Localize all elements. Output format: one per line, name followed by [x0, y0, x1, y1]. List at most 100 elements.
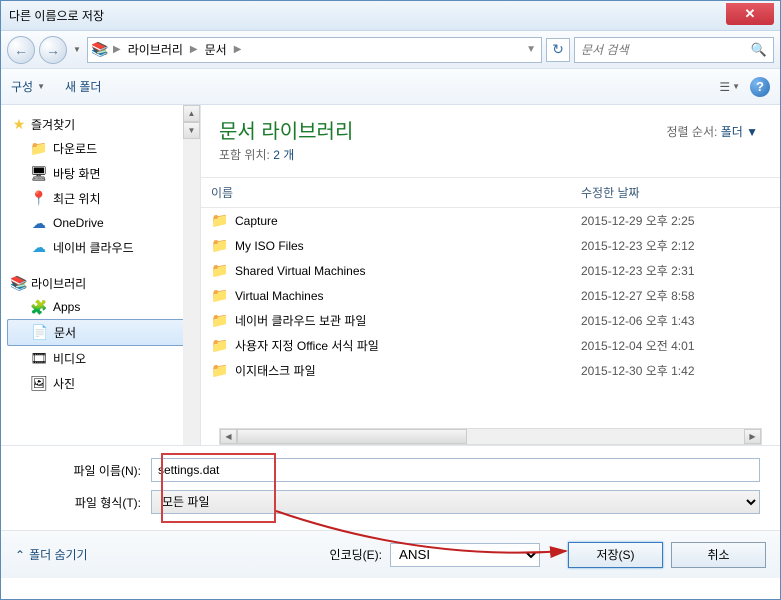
chevron-right-icon: ▶	[187, 44, 201, 55]
sidebar-item-onedrive[interactable]: ☁OneDrive	[7, 211, 200, 235]
encoding-select[interactable]: ANSI	[390, 543, 540, 567]
folder-icon: 📁	[211, 212, 229, 229]
chevron-down-icon: ▼	[37, 82, 45, 91]
search-icon: 🔍	[751, 42, 767, 58]
chevron-right-icon: ▶	[231, 44, 245, 55]
library-count[interactable]: 2 개	[273, 148, 294, 162]
sidebar-item-documents[interactable]: 📄문서	[7, 319, 200, 346]
sidebar-item-recent[interactable]: 📍최근 위치	[7, 186, 200, 211]
navbar: ← → ▼ 📚 ▶ 라이브러리 ▶ 문서 ▶ ▼ ↻ 🔍	[1, 31, 780, 69]
folder-icon: 📁	[211, 362, 229, 379]
close-button[interactable]: ✕	[726, 3, 774, 25]
window-title: 다른 이름으로 저장	[9, 7, 104, 24]
search-input[interactable]	[581, 43, 751, 57]
sidebar-item-desktop[interactable]: 🖥바탕 화면	[7, 161, 200, 186]
forward-button[interactable]: →	[39, 36, 67, 64]
library-icon: 📚	[92, 42, 108, 58]
cancel-button[interactable]: 취소	[671, 542, 766, 568]
video-icon: 🎞	[31, 351, 47, 367]
file-name: Capture	[235, 214, 581, 228]
sidebar-item-naver[interactable]: ☁네이버 클라우드	[7, 235, 200, 260]
organize-menu[interactable]: 구성 ▼	[11, 78, 45, 95]
sidebar-item-pictures[interactable]: 🖼사진	[7, 371, 200, 396]
main-panel: 문서 라이브러리 포함 위치: 2 개 정렬 순서: 폴더 ▼ 이름 수정한 날…	[201, 105, 780, 445]
column-headers: 이름 수정한 날짜	[201, 177, 780, 208]
filetype-select[interactable]: 모든 파일	[151, 490, 760, 514]
sidebar-item-apps[interactable]: 🧩Apps	[7, 295, 200, 319]
hide-folders-button[interactable]: ⌃ 폴더 숨기기	[15, 546, 88, 563]
scroll-up-button[interactable]: ▲	[183, 105, 200, 122]
sidebar-libraries[interactable]: 📚 라이브러리	[7, 272, 200, 295]
sidebar-scrollbar[interactable]: ▲ ▼	[183, 105, 200, 445]
sort-dropdown[interactable]: 폴더 ▼	[721, 125, 758, 139]
chevron-down-icon: ▼	[732, 82, 740, 91]
folder-icon: 📁	[211, 262, 229, 279]
folder-icon: 📁	[211, 287, 229, 304]
file-date: 2015-12-23 오후 2:12	[581, 237, 770, 254]
sort-order: 정렬 순서: 폴더 ▼	[667, 123, 759, 140]
file-name: My ISO Files	[235, 239, 581, 253]
column-name[interactable]: 이름	[201, 178, 571, 207]
nav-history-dropdown[interactable]: ▼	[71, 36, 83, 64]
recent-icon: 📍	[31, 191, 47, 207]
scroll-left-button[interactable]: ◀	[220, 429, 237, 444]
breadcrumb-current[interactable]: 문서	[201, 38, 231, 62]
file-name: 이지태스크 파일	[235, 362, 581, 379]
sidebar-item-downloads[interactable]: 📁다운로드	[7, 136, 200, 161]
column-date[interactable]: 수정한 날짜	[571, 178, 780, 207]
folder-icon: 📁	[211, 337, 229, 354]
documents-icon: 📄	[32, 325, 48, 341]
file-row[interactable]: 📁 네이버 클라우드 보관 파일2015-12-06 오후 1:43	[201, 308, 780, 333]
search-box[interactable]: 🔍	[574, 37, 774, 63]
apps-icon: 🧩	[31, 299, 47, 315]
file-date: 2015-12-27 오후 8:58	[581, 287, 770, 304]
file-row[interactable]: 📁 Virtual Machines2015-12-27 오후 8:58	[201, 283, 780, 308]
save-button[interactable]: 저장(S)	[568, 542, 663, 568]
file-row[interactable]: 📁 이지태스크 파일2015-12-30 오후 1:42	[201, 358, 780, 383]
file-date: 2015-12-06 오후 1:43	[581, 312, 770, 329]
list-view-icon: ☰	[719, 80, 730, 94]
breadcrumb-root[interactable]: 라이브러리	[124, 38, 187, 62]
library-subtitle: 포함 위치: 2 개	[219, 146, 762, 163]
file-name: 사용자 지정 Office 서식 파일	[235, 337, 581, 354]
back-button[interactable]: ←	[7, 36, 35, 64]
arrow-left-icon: ←	[14, 42, 28, 58]
file-date: 2015-12-29 오후 2:25	[581, 212, 770, 229]
scroll-thumb[interactable]	[237, 429, 467, 444]
horizontal-scrollbar[interactable]: ◀ ▶	[219, 428, 762, 445]
star-icon: ★	[11, 117, 27, 133]
file-row[interactable]: 📁 Capture2015-12-29 오후 2:25	[201, 208, 780, 233]
file-name: Virtual Machines	[235, 289, 581, 303]
chevron-up-icon: ⌃	[15, 548, 25, 562]
cloud-icon: ☁	[31, 240, 47, 256]
file-name: 네이버 클라우드 보관 파일	[235, 312, 581, 329]
sidebar-item-videos[interactable]: 🎞비디오	[7, 346, 200, 371]
arrow-right-icon: →	[46, 42, 60, 58]
file-date: 2015-12-30 오후 1:42	[581, 362, 770, 379]
filename-label: 파일 이름(N):	[21, 462, 151, 479]
file-list: 📁Capture2015-12-29 오후 2:25📁My ISO Files2…	[201, 208, 780, 426]
scroll-down-button[interactable]: ▼	[183, 122, 200, 139]
scroll-right-button[interactable]: ▶	[744, 429, 761, 444]
file-row[interactable]: 📁Shared Virtual Machines2015-12-23 오후 2:…	[201, 258, 780, 283]
cloud-icon: ☁	[31, 215, 47, 231]
filename-input[interactable]	[151, 458, 760, 482]
sidebar-favorites[interactable]: ★ 즐겨찾기	[7, 113, 200, 136]
save-fields-panel: 파일 이름(N): 파일 형식(T): 모든 파일	[1, 445, 780, 530]
chevron-down-icon[interactable]: ▼	[523, 44, 539, 55]
folder-icon: 📁	[31, 141, 47, 157]
view-options-button[interactable]: ☰ ▼	[719, 80, 740, 94]
folder-icon: 📁	[211, 237, 229, 254]
new-folder-button[interactable]: 새 폴더	[65, 78, 101, 95]
chevron-right-icon: ▶	[110, 44, 124, 55]
footer: ⌃ 폴더 숨기기 인코딩(E): ANSI 저장(S) 취소	[1, 530, 780, 578]
desktop-icon: 🖥	[31, 166, 47, 182]
titlebar: 다른 이름으로 저장 ✕	[1, 1, 780, 31]
breadcrumb[interactable]: 📚 ▶ 라이브러리 ▶ 문서 ▶ ▼	[87, 37, 542, 63]
filetype-label: 파일 형식(T):	[21, 494, 151, 511]
file-row[interactable]: 📁사용자 지정 Office 서식 파일2015-12-04 오전 4:01	[201, 333, 780, 358]
folder-icon: 📁	[211, 312, 229, 329]
refresh-button[interactable]: ↻	[546, 38, 570, 62]
help-button[interactable]: ?	[750, 77, 770, 97]
file-row[interactable]: 📁 My ISO Files2015-12-23 오후 2:12	[201, 233, 780, 258]
